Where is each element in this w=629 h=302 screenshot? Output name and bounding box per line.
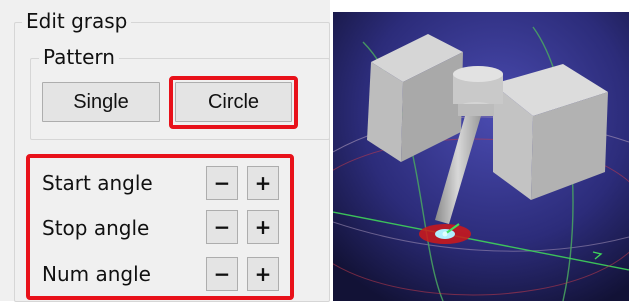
num-angle-plus-button[interactable]: +	[247, 257, 279, 291]
edit-grasp-title: Edit grasp	[22, 10, 132, 32]
start-angle-plus-button[interactable]: +	[247, 166, 279, 200]
single-button[interactable]: Single	[42, 82, 160, 122]
3d-scene	[333, 12, 629, 301]
start-angle-label: Start angle	[42, 171, 153, 195]
3d-viewport[interactable]	[333, 12, 629, 301]
stop-angle-plus-button[interactable]: +	[247, 210, 279, 244]
circle-button[interactable]: Circle	[175, 82, 292, 122]
stop-angle-minus-button[interactable]: −	[206, 210, 238, 244]
num-angle-label: Num angle	[42, 262, 151, 286]
edit-grasp-panel: Edit grasp Pattern Single Circle Start a…	[0, 0, 330, 302]
start-angle-minus-button[interactable]: −	[206, 166, 238, 200]
grasp-target-marker	[419, 223, 471, 244]
num-angle-minus-button[interactable]: −	[206, 257, 238, 291]
stop-angle-label: Stop angle	[42, 216, 150, 240]
pattern-title: Pattern	[39, 46, 119, 68]
